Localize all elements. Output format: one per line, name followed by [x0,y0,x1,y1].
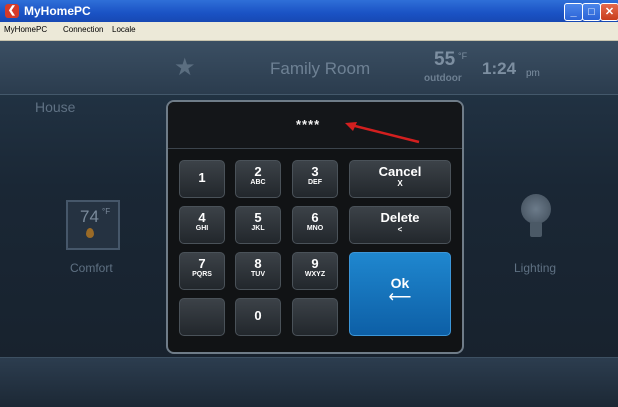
clock-ampm: pm [526,68,540,79]
maximize-button[interactable]: □ [582,3,601,21]
key-6[interactable]: 6 MNO [292,206,338,244]
thermostat-unit: °F [102,207,111,216]
key-blank-right[interactable] [292,298,338,336]
key-8[interactable]: 8 TUV [235,252,281,290]
window-title: MyHomePC [24,4,91,18]
key-7[interactable]: 7 PQRS [179,252,225,290]
pin-masked-value: **** [296,117,321,132]
menu-bar: MyHomePC Connection Locale [0,22,618,41]
annotation-arrow-icon [345,122,420,144]
light-bulb-icon[interactable] [521,194,551,224]
outdoor-temp-unit: °F [458,51,468,61]
key-1[interactable]: 1 [179,160,225,198]
pin-keypad-dialog: **** 1 2 ABC 3 DEF 4 GHI 5 JKL 6 MNO 7 PQRS [166,100,464,354]
star-icon[interactable]: ★ [174,53,196,82]
key-5[interactable]: 5 JKL [235,206,281,244]
top-status-bar: ★ Family Room 55 °F outdoor 1:24 pm [0,41,618,95]
menu-connection[interactable]: Connection [63,25,103,34]
key-0[interactable]: 0 [235,298,281,336]
delete-button[interactable]: Delete < [349,206,451,244]
house-label[interactable]: House [35,99,75,115]
ok-button[interactable]: Ok ⟵ [349,252,451,336]
menu-myhomepc[interactable]: MyHomePC [4,25,47,34]
clock-time: 1:24 [482,59,517,78]
lighting-label[interactable]: Lighting [514,261,556,275]
room-title[interactable]: Family Room [270,59,370,79]
thermostat-temperature: 74 [80,207,99,226]
key-3[interactable]: 3 DEF [292,160,338,198]
close-button[interactable]: ✕ [600,3,618,21]
outdoor-temperature: 55 [434,49,456,70]
app-logo-icon: ❮ [5,4,19,18]
app-main: ★ Family Room 55 °F outdoor 1:24 pm Hous… [0,41,618,407]
light-bulb-base [530,222,542,237]
key-4[interactable]: 4 GHI [179,206,225,244]
bottom-bar [0,357,618,407]
pin-display: **** [168,102,462,149]
window-titlebar: ❮ MyHomePC _ □ ✕ [0,0,618,22]
key-blank-left[interactable] [179,298,225,336]
comfort-label[interactable]: Comfort [70,261,113,275]
minimize-button[interactable]: _ [564,3,583,21]
enter-arrow-icon: ⟵ [388,289,412,306]
key-2[interactable]: 2 ABC [235,160,281,198]
menu-locale[interactable]: Locale [112,25,136,34]
key-9[interactable]: 9 WXYZ [292,252,338,290]
cancel-button[interactable]: Cancel X [349,160,451,198]
outdoor-label: outdoor [424,73,462,84]
flame-icon [86,228,94,238]
